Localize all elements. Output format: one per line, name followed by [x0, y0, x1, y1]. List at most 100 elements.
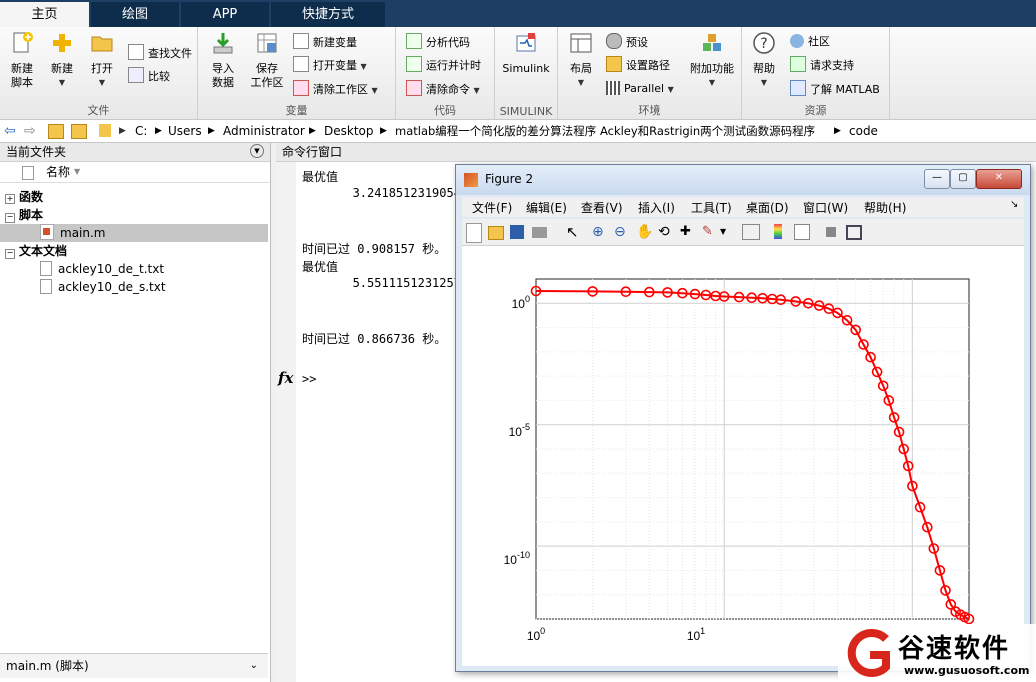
- new-variable-button[interactable]: 新建变量: [293, 33, 357, 51]
- minimize-button[interactable]: —: [924, 169, 950, 189]
- request-support-button[interactable]: 请求支持: [790, 56, 854, 74]
- matlab-logo-icon: [464, 173, 478, 187]
- new-button[interactable]: 新建 ▼: [42, 31, 82, 90]
- analyze-code-label: 分析代码: [426, 36, 470, 49]
- breadcrumb-item[interactable]: Desktop: [324, 120, 374, 142]
- tree-group-scripts[interactable]: − 脚本: [0, 206, 268, 224]
- menu-item-file[interactable]: 文件(F): [472, 199, 512, 216]
- simulink-button[interactable]: Simulink: [499, 31, 553, 76]
- data-cursor-icon[interactable]: ✚: [680, 223, 698, 241]
- zoom-in-icon[interactable]: ⊕: [592, 223, 610, 241]
- expand-icon[interactable]: +: [5, 194, 15, 204]
- hide-plot-tools-icon[interactable]: [826, 227, 836, 237]
- addons-button[interactable]: 附加功能 ▼: [686, 31, 738, 90]
- menu-item-view[interactable]: 查看(V): [581, 199, 623, 216]
- menu-item-insert[interactable]: 插入(I): [638, 199, 675, 216]
- find-files-button[interactable]: 查找文件: [128, 44, 192, 62]
- close-button[interactable]: ✕: [976, 169, 1022, 189]
- set-path-button[interactable]: 设置路径: [606, 56, 670, 74]
- open-variable-label: 打开变量: [313, 59, 357, 72]
- pointer-icon[interactable]: ↖: [566, 223, 584, 241]
- breadcrumb-item[interactable]: C:: [135, 120, 147, 142]
- dock-arrow-icon[interactable]: ↘: [1010, 199, 1018, 210]
- x-tick-labels: 100 101: [527, 626, 705, 643]
- run-and-time-button[interactable]: 运行并计时: [406, 56, 481, 74]
- environment-group: 布局 ▼ 预设 设置路径 Parallel ▼ 附加功能 ▼ 环境: [558, 27, 742, 119]
- breadcrumb-item[interactable]: Users: [168, 120, 202, 142]
- tab-apps[interactable]: APP: [181, 2, 269, 27]
- collapse-icon[interactable]: −: [5, 213, 15, 223]
- breadcrumb-item[interactable]: code: [849, 120, 878, 142]
- breadcrumb-item[interactable]: Administrator: [223, 120, 305, 142]
- file-group-label: 文件: [87, 104, 110, 117]
- menu-item-help[interactable]: 帮助(H): [864, 199, 906, 216]
- panel-menu-icon[interactable]: ▼: [250, 144, 264, 158]
- resources-group: ? 帮助 ▼ 社区 请求支持 了解 MATLAB 资源: [742, 27, 890, 119]
- new-figure-icon[interactable]: [466, 223, 482, 243]
- list-item[interactable]: ackley10_de_s.txt: [0, 278, 268, 296]
- chevron-down-icon: ▼: [98, 78, 106, 87]
- community-button[interactable]: 社区: [790, 33, 830, 51]
- variable-group: 导入 数据 保存 工作区 新建变量 打开变量 ▼ 清除工作区 ▼ 变量: [198, 27, 396, 119]
- text-file-icon: [40, 261, 52, 276]
- browse-folder-icon[interactable]: [71, 124, 87, 139]
- column-name-label: 名称: [46, 165, 71, 179]
- preferences-button[interactable]: 预设: [606, 33, 648, 51]
- rotate-icon[interactable]: ⟲: [658, 223, 676, 241]
- clear-commands-button[interactable]: 清除命令 ▼: [406, 80, 480, 98]
- parallel-button[interactable]: Parallel ▼: [606, 80, 674, 98]
- figure-title-bar[interactable]: Figure 2 — ▢ ✕: [456, 165, 1030, 195]
- link-plot-icon[interactable]: [742, 224, 760, 240]
- clear-workspace-button[interactable]: 清除工作区 ▼: [293, 80, 378, 98]
- figure-window[interactable]: Figure 2 — ▢ ✕ 文件(F) 编辑(E) 查看(V) 插入(I) 工…: [455, 164, 1031, 672]
- help-button[interactable]: ? 帮助 ▼: [746, 31, 782, 90]
- tab-home[interactable]: 主页: [0, 2, 89, 27]
- save-workspace-button[interactable]: 保存 工作区: [246, 31, 288, 90]
- simulink-group: Simulink SIMULINK: [495, 27, 558, 119]
- forward-arrow-icon[interactable]: ⇨: [24, 120, 36, 142]
- learn-matlab-label: 了解 MATLAB: [810, 83, 880, 96]
- import-data-button[interactable]: 导入 数据: [202, 31, 244, 90]
- up-folder-icon[interactable]: [48, 124, 64, 139]
- compare-button[interactable]: 比较: [128, 67, 170, 85]
- breadcrumb-item[interactable]: matlab编程一个简化版的差分算法程序 Ackley和Rastrigin两个测…: [395, 120, 815, 142]
- learn-matlab-button[interactable]: 了解 MATLAB: [790, 80, 880, 98]
- details-bar[interactable]: main.m (脚本) ⌄: [0, 653, 268, 678]
- fx-icon[interactable]: fx: [278, 369, 293, 387]
- tree-group-text-docs[interactable]: − 文本文档: [0, 242, 268, 260]
- text-file-icon: [40, 279, 52, 294]
- menu-item-tools[interactable]: 工具(T): [691, 199, 732, 216]
- loglog-plot[interactable]: 100 101 100 10-5 10-10: [462, 246, 1024, 666]
- maximize-button[interactable]: ▢: [950, 169, 976, 189]
- open-file-icon[interactable]: [488, 226, 504, 240]
- command-prompt[interactable]: >>: [302, 372, 316, 386]
- chevron-down-icon[interactable]: ⌄: [250, 654, 258, 678]
- list-item[interactable]: main.m: [0, 224, 268, 242]
- legend-icon[interactable]: [794, 224, 810, 240]
- figure-canvas: 100 101 100 10-5 10-10: [462, 246, 1024, 666]
- zoom-out-icon[interactable]: ⊖: [614, 223, 632, 241]
- tab-plots[interactable]: 绘图: [91, 2, 179, 27]
- show-plot-tools-icon[interactable]: [846, 225, 862, 240]
- tree-group-functions[interactable]: + 函数: [0, 188, 268, 206]
- open-variable-button[interactable]: 打开变量 ▼: [293, 56, 367, 74]
- collapse-icon[interactable]: −: [5, 249, 15, 259]
- open-button[interactable]: 打开 ▼: [82, 31, 122, 90]
- save-icon[interactable]: [510, 225, 524, 239]
- colorbar-icon[interactable]: [774, 224, 782, 239]
- column-header[interactable]: 名称 ▼: [0, 162, 270, 183]
- brush-icon[interactable]: ✎: [702, 223, 720, 241]
- menu-item-window[interactable]: 窗口(W): [803, 199, 848, 216]
- pan-icon[interactable]: ✋: [636, 223, 654, 241]
- analyze-code-button[interactable]: 分析代码: [406, 33, 470, 51]
- new-script-button[interactable]: 新建 脚本: [2, 31, 42, 90]
- menu-item-edit[interactable]: 编辑(E): [526, 199, 567, 216]
- set-path-icon: [606, 56, 622, 72]
- menu-item-desktop[interactable]: 桌面(D): [746, 199, 789, 216]
- print-icon[interactable]: [532, 227, 547, 238]
- back-arrow-icon[interactable]: ⇦: [4, 120, 16, 142]
- layout-button[interactable]: 布局 ▼: [562, 31, 600, 90]
- tab-shortcuts[interactable]: 快捷方式: [271, 2, 385, 27]
- chevron-down-icon[interactable]: ▼: [720, 223, 738, 241]
- list-item[interactable]: ackley10_de_t.txt: [0, 260, 268, 278]
